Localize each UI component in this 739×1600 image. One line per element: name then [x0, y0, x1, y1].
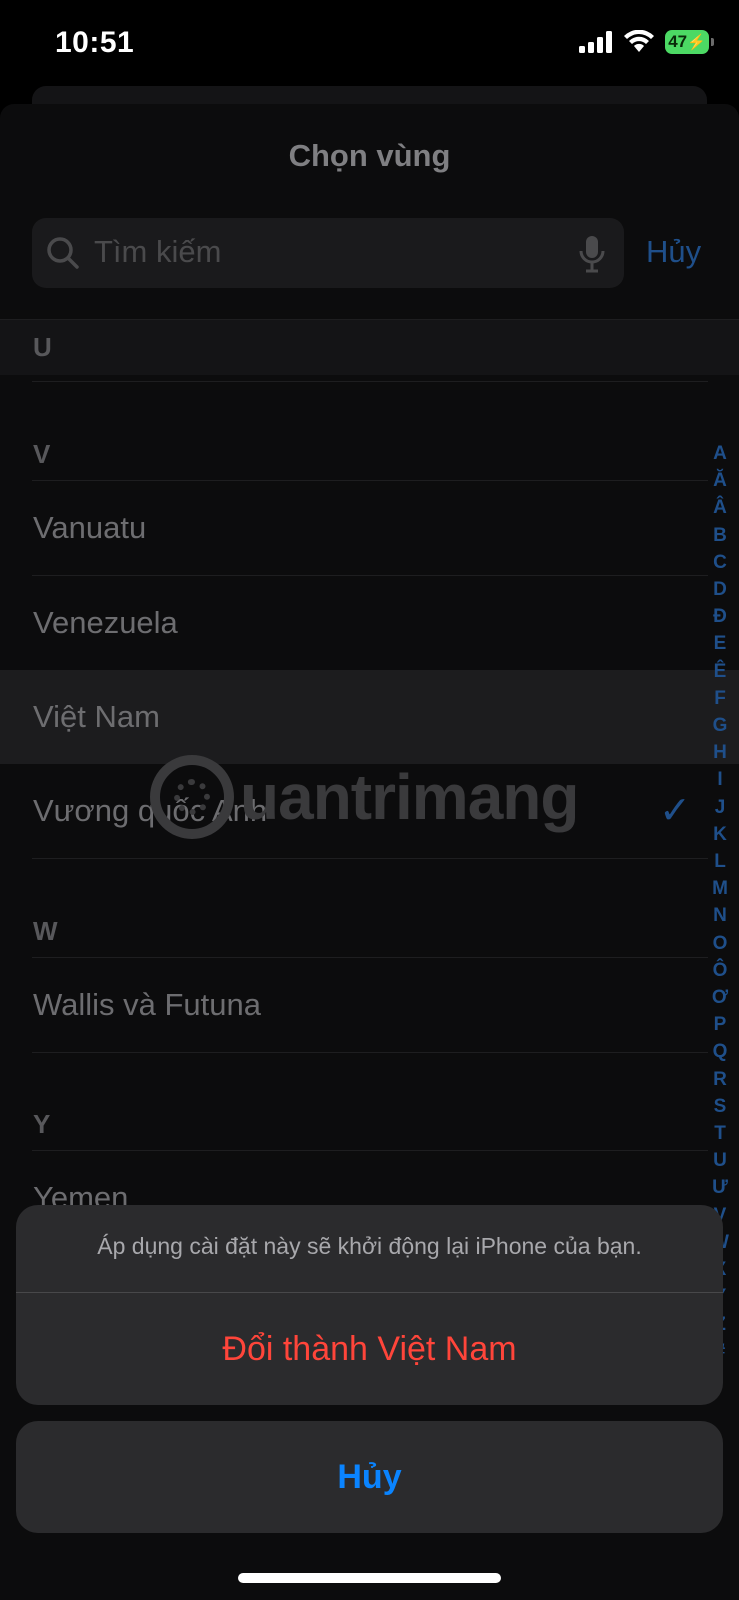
battery-level: 47: [668, 32, 688, 51]
section-header-v: V: [33, 439, 51, 469]
index-letter[interactable]: G: [713, 712, 728, 739]
index-letter[interactable]: C: [713, 549, 727, 576]
index-letter[interactable]: B: [713, 522, 727, 549]
index-letter[interactable]: E: [714, 630, 727, 657]
watermark-icon: [150, 755, 234, 839]
battery-icon: 47 ⚡: [665, 30, 714, 54]
search-icon: [47, 237, 79, 269]
index-letter[interactable]: N: [713, 902, 727, 929]
index-letter[interactable]: Ă: [713, 467, 727, 494]
index-letter[interactable]: Q: [713, 1038, 728, 1065]
action-sheet-message: Áp dụng cài đặt này sẽ khởi động lại iPh…: [97, 1233, 642, 1259]
index-letter[interactable]: D: [713, 576, 727, 603]
list-item[interactable]: Vanuatu: [0, 481, 739, 575]
index-letter[interactable]: Â: [713, 494, 727, 521]
watermark-text: uantrimang: [240, 761, 579, 833]
change-region-button[interactable]: Đổi thành Việt Nam: [16, 1293, 723, 1405]
wifi-icon: [624, 30, 654, 52]
index-letter[interactable]: O: [713, 930, 728, 957]
list-item-label: Wallis và Futuna: [33, 987, 261, 1022]
search-placeholder: Tìm kiếm: [94, 234, 222, 269]
divider: [32, 1052, 708, 1053]
checkmark-icon: ✓: [659, 790, 691, 832]
section-header-u: U: [0, 320, 739, 375]
cancel-button[interactable]: Hủy: [16, 1421, 723, 1533]
sheet-title: Chọn vùng: [288, 138, 451, 173]
section-header-y: Y: [33, 1109, 51, 1139]
index-letter[interactable]: Ê: [714, 658, 727, 685]
index-letter[interactable]: U: [713, 1147, 727, 1174]
list-item-selected[interactable]: Việt Nam: [0, 670, 739, 764]
search-cancel-button[interactable]: Hủy: [646, 234, 701, 270]
status-icons: 47 ⚡: [579, 30, 714, 54]
index-letter[interactable]: I: [717, 766, 722, 793]
index-letter[interactable]: R: [713, 1066, 727, 1093]
index-letter[interactable]: J: [715, 794, 726, 821]
index-letter[interactable]: M: [712, 875, 728, 902]
microphone-icon[interactable]: [578, 234, 606, 274]
index-letter[interactable]: Ô: [713, 957, 728, 984]
watermark-logo: uantrimang: [150, 752, 600, 842]
index-letter[interactable]: A: [713, 440, 727, 467]
home-indicator: [238, 1573, 501, 1583]
list-item[interactable]: Wallis và Futuna: [0, 958, 739, 1052]
cellular-signal-icon: [579, 31, 612, 53]
index-letter[interactable]: H: [713, 739, 727, 766]
index-letter[interactable]: K: [713, 821, 727, 848]
status-time: 10:51: [55, 26, 135, 59]
index-letter[interactable]: P: [714, 1011, 727, 1038]
index-letter[interactable]: L: [714, 848, 726, 875]
index-letter[interactable]: Ơ: [712, 984, 728, 1011]
index-letter[interactable]: T: [714, 1120, 726, 1147]
divider: [32, 381, 708, 382]
section-header-w: W: [33, 916, 58, 946]
list-item[interactable]: Venezuela: [0, 576, 739, 670]
divider: [32, 858, 708, 859]
index-letter[interactable]: Đ: [713, 603, 727, 630]
index-letter[interactable]: F: [714, 685, 726, 712]
list-item-label: Venezuela: [33, 605, 178, 640]
index-letter[interactable]: Ư: [712, 1174, 728, 1201]
index-letter[interactable]: S: [714, 1093, 727, 1120]
list-item-label: Vanuatu: [33, 510, 147, 545]
list-item-label: Việt Nam: [33, 699, 160, 734]
